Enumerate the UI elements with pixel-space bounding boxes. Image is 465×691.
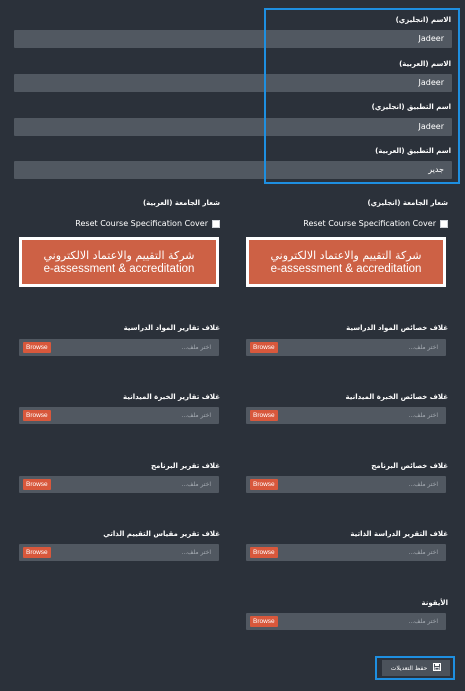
reset-cover-en-row[interactable]: Reset Course Specification Cover [303,219,448,228]
upload-label: غلاف خصائص البرنامج [371,462,448,470]
logo-en-ar-text: شركة التقييم والاعتماد الالكتروني [270,248,422,262]
browse-button[interactable]: Browse [23,547,51,558]
file-placeholder: اختر ملف... [181,549,211,556]
reset-cover-ar-label: Reset Course Specification Cover [75,219,208,228]
upload-label: غلاف تقرير البرنامج [151,462,220,470]
logo-en-en-text: e-assessment & accreditation [270,262,422,275]
upload-label: غلاف التقرير الدراسة الذاتية [350,530,448,538]
upload-field-self-evaluation-scale[interactable]: Browse اختر ملف... [19,544,219,561]
upload-label: غلاف تقرير مقياس التقييم الذاتي [103,530,220,538]
logo-ar-label: شعار الجامعة (العربية) [142,199,220,207]
save-button-highlight [375,656,455,680]
logo-en-image: شركة التقييم والاعتماد الالكتروني e-asse… [246,237,446,287]
upload-field-program-report[interactable]: Browse اختر ملف... [19,476,219,493]
file-placeholder: اختر ملف... [408,344,438,351]
file-placeholder: اختر ملف... [181,412,211,419]
upload-field-field-experience-specs[interactable]: Browse اختر ملف... [246,407,446,424]
file-placeholder: اختر ملف... [181,481,211,488]
name-fields-highlight [264,8,460,184]
file-placeholder: اختر ملف... [181,344,211,351]
browse-button[interactable]: Browse [23,479,51,490]
upload-field-self-study-report[interactable]: Browse اختر ملف... [246,544,446,561]
reset-cover-en-label: Reset Course Specification Cover [303,219,436,228]
browse-button[interactable]: Browse [250,479,278,490]
file-placeholder: اختر ملف... [408,412,438,419]
browse-button[interactable]: Browse [250,547,278,558]
upload-label: غلاف تقارير الخبرة الميدانية [122,393,220,401]
reset-cover-en-checkbox[interactable] [440,219,448,228]
logo-en-label: شعار الجامعة (انجليزي) [367,199,448,207]
browse-button[interactable]: Browse [23,410,51,421]
upload-field-field-experience-reports[interactable]: Browse اختر ملف... [19,407,219,424]
upload-field-course-specs[interactable]: Browse اختر ملف... [246,339,446,356]
reset-cover-ar-checkbox[interactable] [212,219,220,228]
logo-ar-image: شركة التقييم والاعتماد الالكتروني e-asse… [19,237,219,287]
browse-button[interactable]: Browse [250,616,278,627]
upload-field-program-specs[interactable]: Browse اختر ملف... [246,476,446,493]
upload-field-course-reports[interactable]: Browse اختر ملف... [19,339,219,356]
upload-field-icon[interactable]: Browse اختر ملف... [246,613,446,630]
file-placeholder: اختر ملف... [408,549,438,556]
file-placeholder: اختر ملف... [408,618,438,625]
browse-button[interactable]: Browse [250,410,278,421]
file-placeholder: اختر ملف... [408,481,438,488]
upload-label: غلاف خصائص الخبرة الميدانية [345,393,448,401]
upload-label: غلاف تقارير المواد الدراسية [123,324,220,332]
browse-button[interactable]: Browse [23,342,51,353]
upload-label: غلاف خصائص المواد الدراسية [346,324,448,332]
upload-label: الأيقونة [421,599,448,607]
reset-cover-ar-row[interactable]: Reset Course Specification Cover [75,219,220,228]
logo-ar-ar-text: شركة التقييم والاعتماد الالكتروني [43,248,195,262]
logo-ar-en-text: e-assessment & accreditation [43,262,195,275]
browse-button[interactable]: Browse [250,342,278,353]
